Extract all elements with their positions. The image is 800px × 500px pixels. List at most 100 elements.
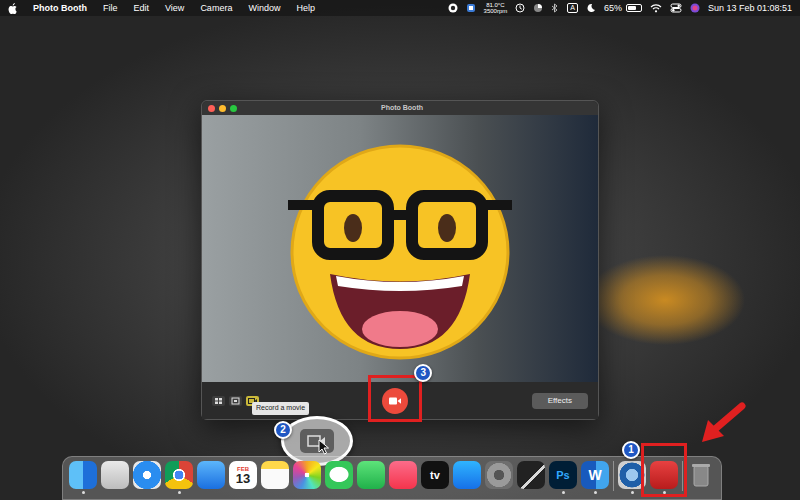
- dock-item[interactable]: [618, 461, 646, 494]
- dock-item[interactable]: 1: [650, 461, 678, 494]
- dock-item[interactable]: [453, 461, 481, 494]
- dock-item[interactable]: Ps: [549, 461, 577, 494]
- running-indicator: [434, 491, 437, 494]
- step-badge: 1: [622, 441, 640, 459]
- running-indicator: [82, 491, 85, 494]
- running-indicator: [498, 491, 501, 494]
- close-button[interactable]: [208, 105, 215, 112]
- mail-icon[interactable]: [197, 461, 225, 489]
- menu-item[interactable]: File: [103, 0, 118, 16]
- sensor-status[interactable]: [466, 3, 476, 13]
- dock-item[interactable]: [133, 461, 161, 494]
- disk-status[interactable]: [533, 3, 543, 13]
- window-title: Photo Booth: [237, 103, 567, 114]
- dock-item[interactable]: [261, 461, 289, 494]
- view-mode-button[interactable]: [212, 396, 225, 406]
- running-indicator: [562, 491, 565, 494]
- messages-icon[interactable]: [325, 461, 353, 489]
- battery-fill: [628, 6, 636, 10]
- menu-item[interactable]: Edit: [134, 0, 150, 16]
- dock-item[interactable]: [69, 461, 97, 494]
- input-source[interactable]: A: [567, 3, 578, 13]
- running-indicator: [631, 491, 634, 494]
- dock-item[interactable]: [293, 461, 321, 494]
- photo-booth-icon[interactable]: [650, 461, 678, 489]
- siri-button[interactable]: [690, 3, 700, 13]
- photoshop-icon[interactable]: Ps: [549, 461, 577, 489]
- nerd-face-icon: [280, 134, 520, 364]
- calendar-icon[interactable]: FEB13: [229, 461, 257, 489]
- step-badge: 2: [274, 421, 292, 439]
- safari-icon[interactable]: [133, 461, 161, 489]
- still-view-icon: [229, 396, 242, 406]
- dock-item[interactable]: tv: [421, 461, 449, 494]
- final-cut-icon[interactable]: [517, 461, 545, 489]
- menu-item[interactable]: Window: [248, 0, 280, 16]
- battery-status[interactable]: 65%: [604, 0, 642, 16]
- dock-item[interactable]: [325, 461, 353, 494]
- dock-icon-label: W: [588, 468, 601, 482]
- music-icon[interactable]: [389, 461, 417, 489]
- dock-item[interactable]: FEB13: [229, 461, 257, 494]
- dock: FEB13 tv Ps W 1: [62, 456, 722, 500]
- notes-icon[interactable]: [261, 461, 289, 489]
- photos-icon[interactable]: [293, 461, 321, 489]
- word-icon[interactable]: W: [581, 461, 609, 489]
- dock-item[interactable]: [389, 461, 417, 494]
- toggles-icon: [670, 3, 682, 13]
- facetime-icon[interactable]: [357, 461, 385, 489]
- focus-status[interactable]: [586, 3, 596, 13]
- wifi-status[interactable]: [650, 3, 662, 13]
- settings-icon[interactable]: [485, 461, 513, 489]
- minimize-button[interactable]: [219, 105, 226, 112]
- zoom-button[interactable]: [230, 105, 237, 112]
- tv-icon[interactable]: tv: [421, 461, 449, 489]
- dock-item[interactable]: [517, 461, 545, 494]
- control-center[interactable]: [670, 3, 682, 13]
- dock-icon-label: tv: [430, 470, 440, 481]
- dock-item[interactable]: [357, 461, 385, 494]
- running-indicator: [338, 491, 341, 494]
- record-area: 3: [382, 388, 408, 414]
- view-mode-button[interactable]: [229, 396, 242, 406]
- menu-item[interactable]: Help: [296, 0, 315, 16]
- dock-item[interactable]: W: [581, 461, 609, 494]
- title-bar[interactable]: Photo Booth: [202, 101, 598, 115]
- battery-track: [626, 4, 642, 12]
- chrome-icon[interactable]: [165, 461, 193, 489]
- record-highlight: [368, 375, 422, 422]
- finder-icon[interactable]: [69, 461, 97, 489]
- dock-separator: [682, 461, 683, 491]
- dock-icon-label: Ps: [556, 470, 569, 481]
- dock-item[interactable]: [101, 461, 129, 494]
- trash-icon[interactable]: [687, 461, 715, 489]
- quicktime-icon[interactable]: [618, 461, 646, 489]
- menu-item[interactable]: Camera: [200, 0, 232, 16]
- running-indicator: [114, 491, 117, 494]
- running-indicator: [370, 491, 373, 494]
- bluetooth-status[interactable]: [551, 3, 559, 13]
- clock[interactable]: Sun 13 Feb 01:08:51: [708, 0, 792, 16]
- siri-icon: [690, 3, 700, 13]
- running-indicator: [530, 491, 533, 494]
- launchpad-icon[interactable]: [101, 461, 129, 489]
- dock-item[interactable]: [197, 461, 225, 494]
- running-indicator: [594, 491, 597, 494]
- photo-booth-window: Photo Booth 3 Effects: [201, 100, 599, 420]
- record-button[interactable]: [382, 388, 408, 414]
- effects-button[interactable]: Effects: [532, 393, 588, 409]
- app-store-icon[interactable]: [453, 461, 481, 489]
- menu-item[interactable]: View: [165, 0, 184, 16]
- dock-item[interactable]: [165, 461, 193, 494]
- chip-icon: [466, 3, 476, 13]
- app-menu[interactable]: Photo Booth: [33, 0, 87, 16]
- grid-view-icon: [212, 396, 225, 406]
- sensor-readings[interactable]: 81.0°C3500rpm: [484, 2, 508, 14]
- menu-bar: Photo Booth File Edit View Camera Window Help 8…: [0, 0, 800, 16]
- apple-menu[interactable]: [8, 3, 17, 14]
- time-machine-status[interactable]: [515, 3, 525, 13]
- wifi-icon: [650, 3, 662, 13]
- dock-item[interactable]: [485, 461, 513, 494]
- dock-item[interactable]: [687, 461, 715, 494]
- screen-record-status[interactable]: [448, 3, 458, 13]
